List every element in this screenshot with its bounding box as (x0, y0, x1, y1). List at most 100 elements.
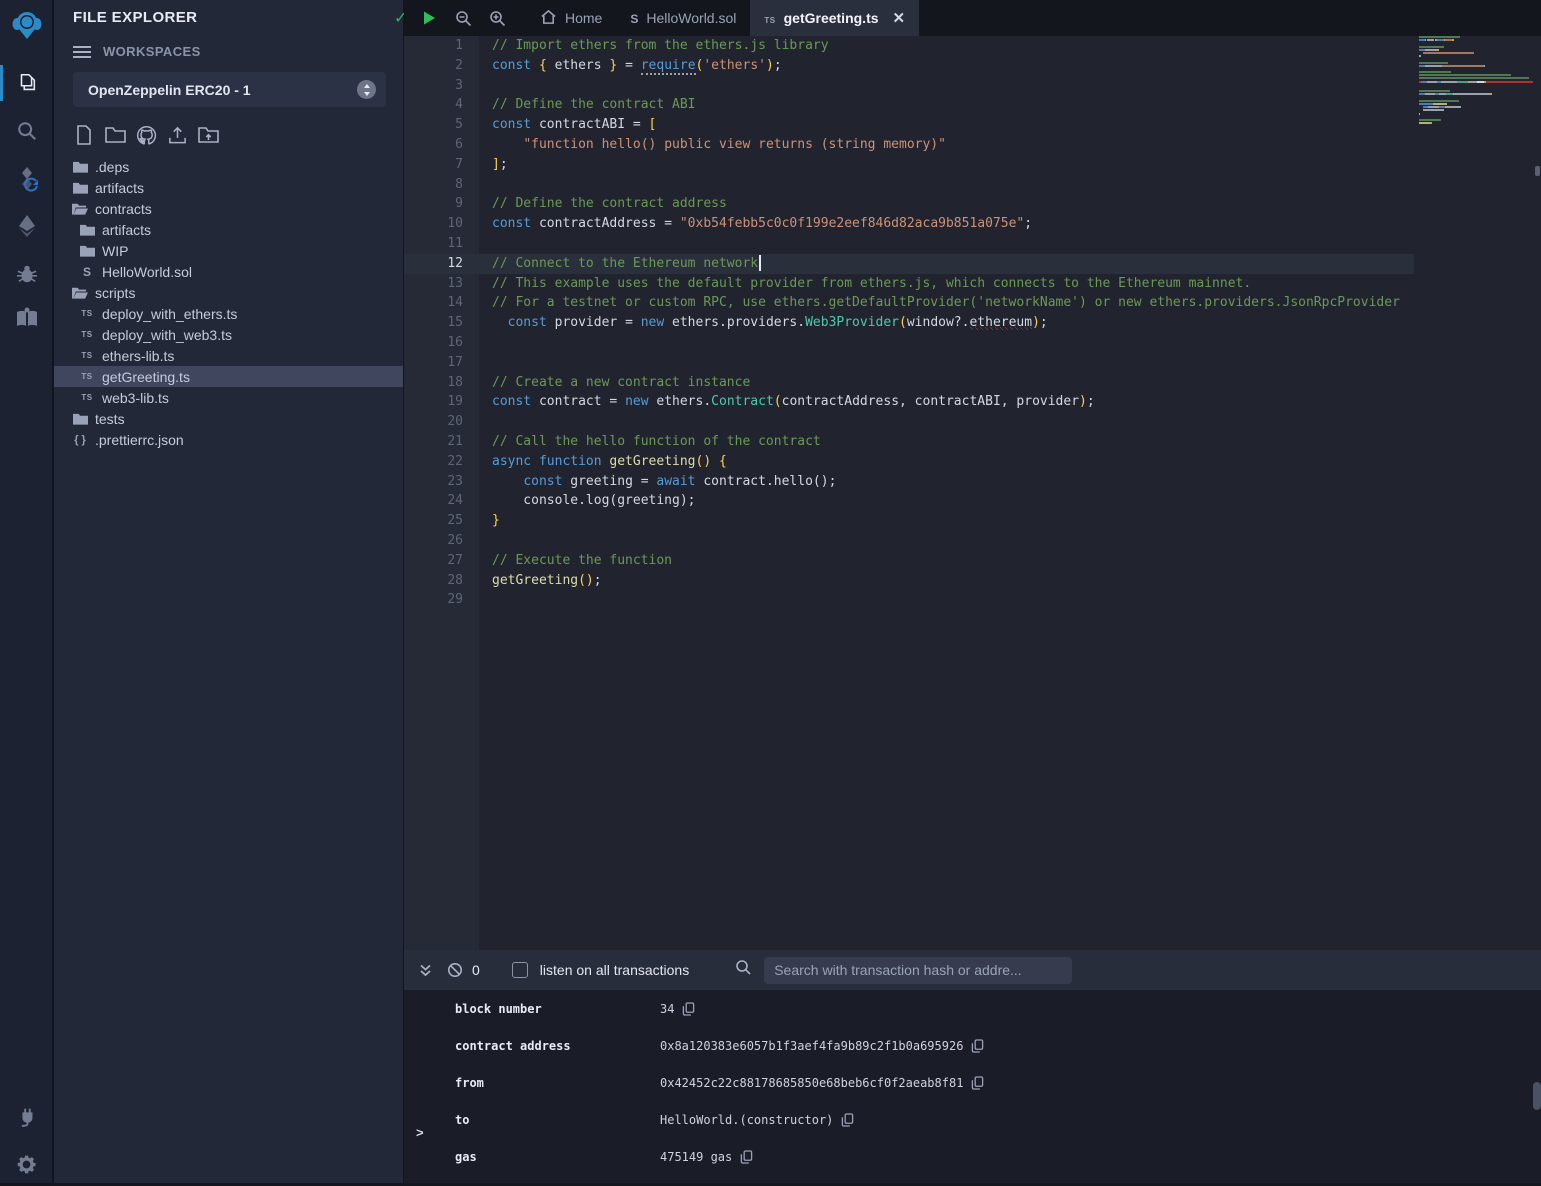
copy-icon[interactable] (682, 1002, 695, 1016)
terminal-row-label: contract address (455, 1039, 571, 1053)
tree-item--deps[interactable]: .deps (54, 156, 403, 177)
tree-item-wip[interactable]: WIP (54, 240, 403, 261)
copy-icon[interactable] (971, 1076, 984, 1090)
tree-item-label: getGreeting.ts (102, 369, 190, 385)
collapse-terminal-icon[interactable] (410, 963, 440, 978)
search-icon[interactable] (0, 109, 53, 153)
home-icon (540, 9, 557, 28)
tree-item-web3-lib-ts[interactable]: TSweb3-lib.ts (54, 387, 403, 408)
tree-item-contracts[interactable]: contracts (54, 198, 403, 219)
minimap[interactable] (1419, 36, 1533, 950)
remix-logo-icon[interactable] (0, 4, 53, 48)
upload-file-icon[interactable] (165, 123, 189, 147)
tree-item-helloworld-sol[interactable]: SHelloWorld.sol (54, 261, 403, 282)
close-tab-icon[interactable]: ✕ (893, 9, 906, 27)
line-number: 29 (404, 590, 463, 610)
ts-icon: TS (79, 309, 95, 318)
workspace-name: OpenZeppelin ERC20 - 1 (88, 82, 357, 98)
line-number: 2 (404, 56, 463, 76)
terminal-search-input[interactable] (764, 957, 1072, 984)
listen-transactions-checkbox[interactable] (512, 962, 528, 978)
learneth-icon[interactable] (0, 296, 53, 340)
zoom-out-icon[interactable] (446, 0, 480, 36)
tree-item-deploy-with-ethers-ts[interactable]: TSdeploy_with_ethers.ts (54, 303, 403, 324)
workspaces-menu-icon[interactable] (73, 46, 91, 58)
terminal-scrollbar[interactable] (1533, 1082, 1541, 1110)
code-line-25: 25} (404, 511, 1541, 531)
terminal-prompt[interactable]: > (416, 1125, 424, 1140)
tree-item-artifacts[interactable]: artifacts (54, 219, 403, 240)
line-number: 18 (404, 373, 463, 393)
line-number: 25 (404, 511, 463, 531)
code-editor[interactable]: 1// Import ethers from the ethers.js lib… (404, 36, 1541, 950)
tree-item-tests[interactable]: tests (54, 408, 403, 429)
line-number: 3 (404, 76, 463, 96)
settings-icon[interactable] (0, 1142, 53, 1186)
folder-open-icon (72, 286, 88, 299)
upload-folder-icon[interactable] (196, 123, 220, 147)
code-line-1: 1// Import ethers from the ethers.js lib… (404, 36, 1541, 56)
terminal-row-block-number: block number34 (404, 990, 1541, 1027)
plugin-manager-icon[interactable] (0, 1094, 53, 1138)
editor-scrollbar[interactable] (1535, 166, 1540, 176)
tree-item-label: artifacts (95, 180, 144, 196)
tree-item-label: .prettierrc.json (95, 432, 184, 448)
terminal-row-value: 475149 gas (660, 1150, 732, 1164)
zoom-in-icon[interactable] (480, 0, 514, 36)
tab-getgreeting-ts[interactable]: TSgetGreeting.ts✕ (750, 0, 919, 36)
editor-area: Home S HelloWorld.sol TSgetGreeting.ts✕ 1//… (404, 0, 1541, 1183)
code-line-5: 5const contractABI = [ (404, 115, 1541, 135)
tab-label: Home (565, 10, 602, 26)
file-tree: .depsartifactscontractsartifactsWIPSHell… (54, 156, 403, 450)
line-number: 6 (404, 135, 463, 155)
line-number: 5 (404, 115, 463, 135)
tree-item-deploy-with-web3-ts[interactable]: TSdeploy_with_web3.ts (54, 324, 403, 345)
file-explorer-icon[interactable] (0, 61, 53, 105)
solidity-icon: S (630, 10, 638, 26)
transaction-count: 0 (472, 962, 480, 978)
code-line-28: 28getGreeting(); (404, 571, 1541, 591)
terminal-row-value: HelloWorld.(constructor) (660, 1113, 833, 1127)
tree-item-ethers-lib-ts[interactable]: TSethers-lib.ts (54, 345, 403, 366)
code-line-21: 21// Call the hello function of the cont… (404, 432, 1541, 452)
ts-icon: TS (79, 372, 95, 381)
copy-icon[interactable] (841, 1113, 854, 1127)
terminal-row-label: gas (455, 1150, 477, 1164)
tab-home[interactable]: Home (526, 0, 616, 36)
debugger-icon[interactable] (0, 252, 53, 296)
line-number: 13 (404, 274, 463, 294)
tree-item-getgreeting-ts[interactable]: TS getGreeting.ts (54, 366, 403, 387)
code-line-15: 15 const provider = new ethers.providers… (404, 313, 1541, 333)
new-file-icon[interactable] (72, 123, 96, 147)
copy-icon[interactable] (971, 1039, 984, 1053)
solidity-compiler-icon[interactable] (0, 157, 53, 201)
github-clone-icon[interactable] (134, 123, 158, 147)
tree-item--prettierrc-json[interactable]: { }.prettierrc.json (54, 429, 403, 450)
ts-icon: TS (764, 10, 775, 26)
line-number: 17 (404, 353, 463, 373)
tree-item-scripts[interactable]: scripts (54, 282, 403, 303)
tab-helloworld-sol[interactable]: S HelloWorld.sol (616, 0, 750, 36)
new-folder-icon[interactable] (103, 123, 127, 147)
line-number: 15 (404, 313, 463, 333)
folder-icon (72, 412, 88, 425)
folder-icon (79, 223, 95, 236)
clear-console-icon[interactable] (440, 962, 470, 978)
workspace-select[interactable]: OpenZeppelin ERC20 - 1 (73, 72, 386, 107)
tree-item-label: web3-lib.ts (102, 390, 169, 406)
copy-icon[interactable] (740, 1150, 753, 1164)
line-number: 26 (404, 531, 463, 551)
tab-label: HelloWorld.sol (646, 10, 736, 26)
tree-item-label: deploy_with_web3.ts (102, 327, 232, 343)
tree-item-label: .deps (95, 159, 129, 175)
code-line-17: 17 (404, 353, 1541, 373)
tree-item-artifacts[interactable]: artifacts (54, 177, 403, 198)
run-script-button[interactable] (412, 0, 446, 36)
deploy-run-icon[interactable] (0, 204, 53, 248)
code-line-24: 24 console.log(greeting); (404, 491, 1541, 511)
code-line-9: 9// Define the contract address (404, 194, 1541, 214)
code-line-19: 19const contract = new ethers.Contract(c… (404, 392, 1541, 412)
workspace-dropdown-icon[interactable] (357, 80, 376, 99)
listen-transactions-label: listen on all transactions (540, 962, 689, 978)
line-number: 11 (404, 234, 463, 254)
